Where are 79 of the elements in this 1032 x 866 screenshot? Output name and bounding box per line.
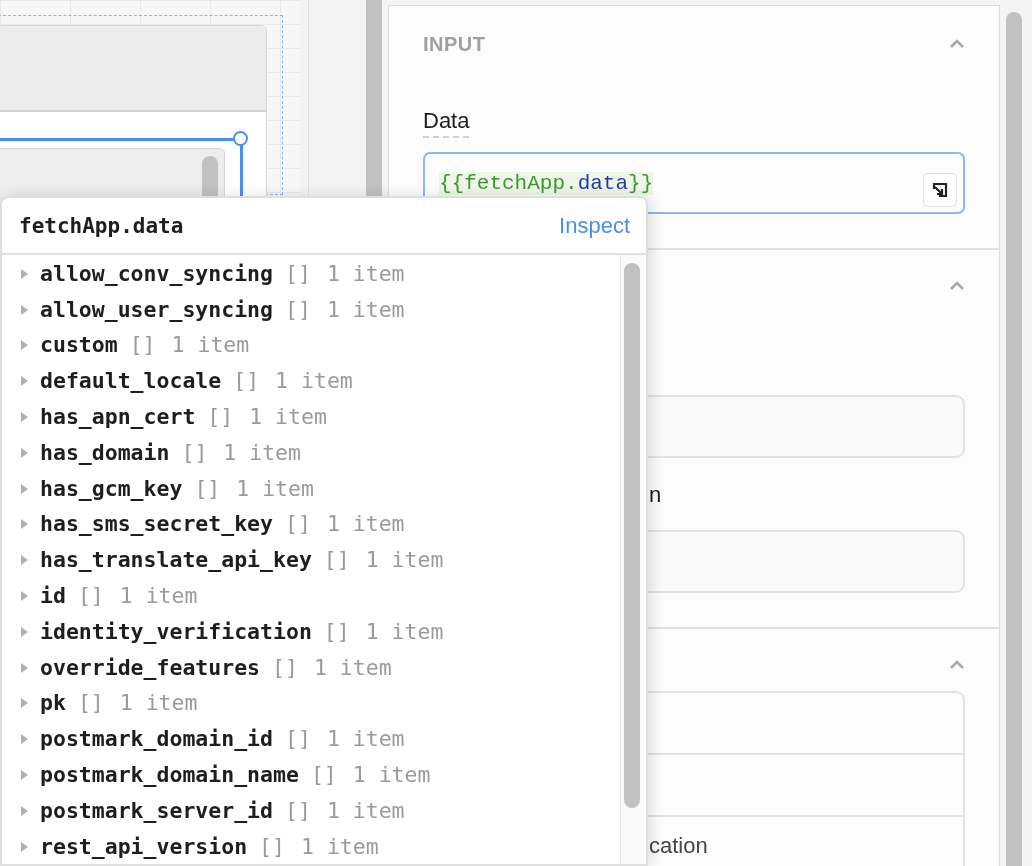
- field-label: Data: [423, 106, 470, 138]
- caret-icon[interactable]: [20, 734, 29, 745]
- item-count: 1 item: [249, 405, 327, 430]
- caret-icon[interactable]: [20, 447, 29, 458]
- caret-icon[interactable]: [20, 412, 29, 423]
- type-marker: []: [285, 297, 311, 322]
- tree-key[interactable]: postmark_domain_id: [40, 727, 273, 752]
- tree-key[interactable]: override_features: [40, 655, 261, 680]
- caret-icon[interactable]: [20, 555, 29, 566]
- item-count: 1 item: [352, 763, 431, 788]
- section-title: INPUT: [423, 32, 486, 56]
- item-count: 1 item: [236, 476, 314, 501]
- type-marker: []: [272, 655, 298, 680]
- item-count: 1 item: [313, 655, 392, 680]
- tree-key[interactable]: allow_conv_syncing: [40, 261, 273, 286]
- tree-key[interactable]: id: [40, 584, 66, 609]
- type-marker: []: [259, 834, 285, 859]
- caret-icon[interactable]: [20, 698, 29, 709]
- caret-icon[interactable]: [20, 841, 29, 852]
- item-count: 1 item: [275, 369, 353, 394]
- tree-key[interactable]: identity_verification: [40, 619, 312, 644]
- caret-icon[interactable]: [20, 662, 29, 673]
- caret-icon[interactable]: [20, 591, 29, 602]
- tree-key[interactable]: rest_api_version: [40, 834, 248, 859]
- type-marker: []: [285, 727, 311, 752]
- tree-key[interactable]: postmark_server_id: [40, 798, 273, 823]
- expand-icon[interactable]: [923, 173, 957, 207]
- type-marker: []: [285, 798, 311, 823]
- item-count: 1 item: [326, 798, 405, 823]
- type-marker: []: [194, 476, 221, 501]
- item-count: 1 item: [119, 691, 198, 716]
- tree-key[interactable]: pk: [40, 691, 66, 716]
- type-marker: []: [233, 369, 260, 394]
- type-marker: []: [323, 548, 350, 573]
- type-marker: []: [310, 763, 337, 788]
- row-label: cation: [649, 832, 708, 858]
- type-marker: []: [207, 405, 234, 430]
- type-marker: []: [129, 333, 156, 358]
- caret-icon[interactable]: [20, 304, 29, 315]
- tree-key[interactable]: postmark_domain_name: [40, 763, 299, 788]
- item-count: 1 item: [365, 619, 444, 644]
- caret-icon[interactable]: [20, 770, 29, 781]
- item-count: 1 item: [326, 297, 405, 322]
- chevron-up-icon[interactable]: [949, 660, 965, 670]
- chevron-up-icon[interactable]: [949, 281, 965, 291]
- type-marker: []: [181, 440, 208, 465]
- tree-key[interactable]: has_apn_cert: [40, 405, 196, 430]
- caret-icon[interactable]: [20, 483, 29, 494]
- tree-key[interactable]: has_translate_api_key: [40, 548, 312, 573]
- type-marker: []: [323, 619, 350, 644]
- item-count: 1 item: [326, 261, 405, 286]
- type-marker: []: [285, 512, 311, 537]
- tree-key[interactable]: has_sms_secret_key: [40, 512, 273, 537]
- chevron-up-icon[interactable]: [949, 39, 965, 49]
- tree-key[interactable]: has_gcm_key: [40, 476, 183, 501]
- popover-title: fetchApp.data: [19, 213, 184, 238]
- tree-key[interactable]: custom: [40, 333, 118, 358]
- item-count: 1 item: [223, 440, 301, 465]
- scrollbar[interactable]: [624, 263, 640, 808]
- item-count: 1 item: [119, 584, 198, 609]
- item-count: 1 item: [171, 333, 250, 358]
- item-count: 1 item: [365, 548, 444, 573]
- caret-icon[interactable]: [20, 519, 29, 530]
- caret-icon[interactable]: [20, 376, 29, 387]
- type-marker: []: [285, 261, 311, 286]
- caret-icon[interactable]: [20, 268, 29, 279]
- item-count: 1 item: [326, 727, 405, 752]
- scrollbar[interactable]: [1006, 12, 1022, 866]
- item-count: 1 item: [301, 834, 379, 859]
- tree-key[interactable]: has_domain: [40, 440, 170, 465]
- field-label: n: [649, 481, 662, 509]
- tree-key[interactable]: default_locale: [40, 369, 222, 394]
- caret-icon[interactable]: [20, 340, 29, 351]
- item-count: 1 item: [326, 512, 405, 537]
- type-marker: []: [77, 691, 104, 716]
- caret-icon[interactable]: [20, 805, 29, 816]
- caret-icon[interactable]: [20, 626, 29, 637]
- tree-key[interactable]: allow_user_syncing: [40, 297, 273, 322]
- type-marker: []: [77, 584, 104, 609]
